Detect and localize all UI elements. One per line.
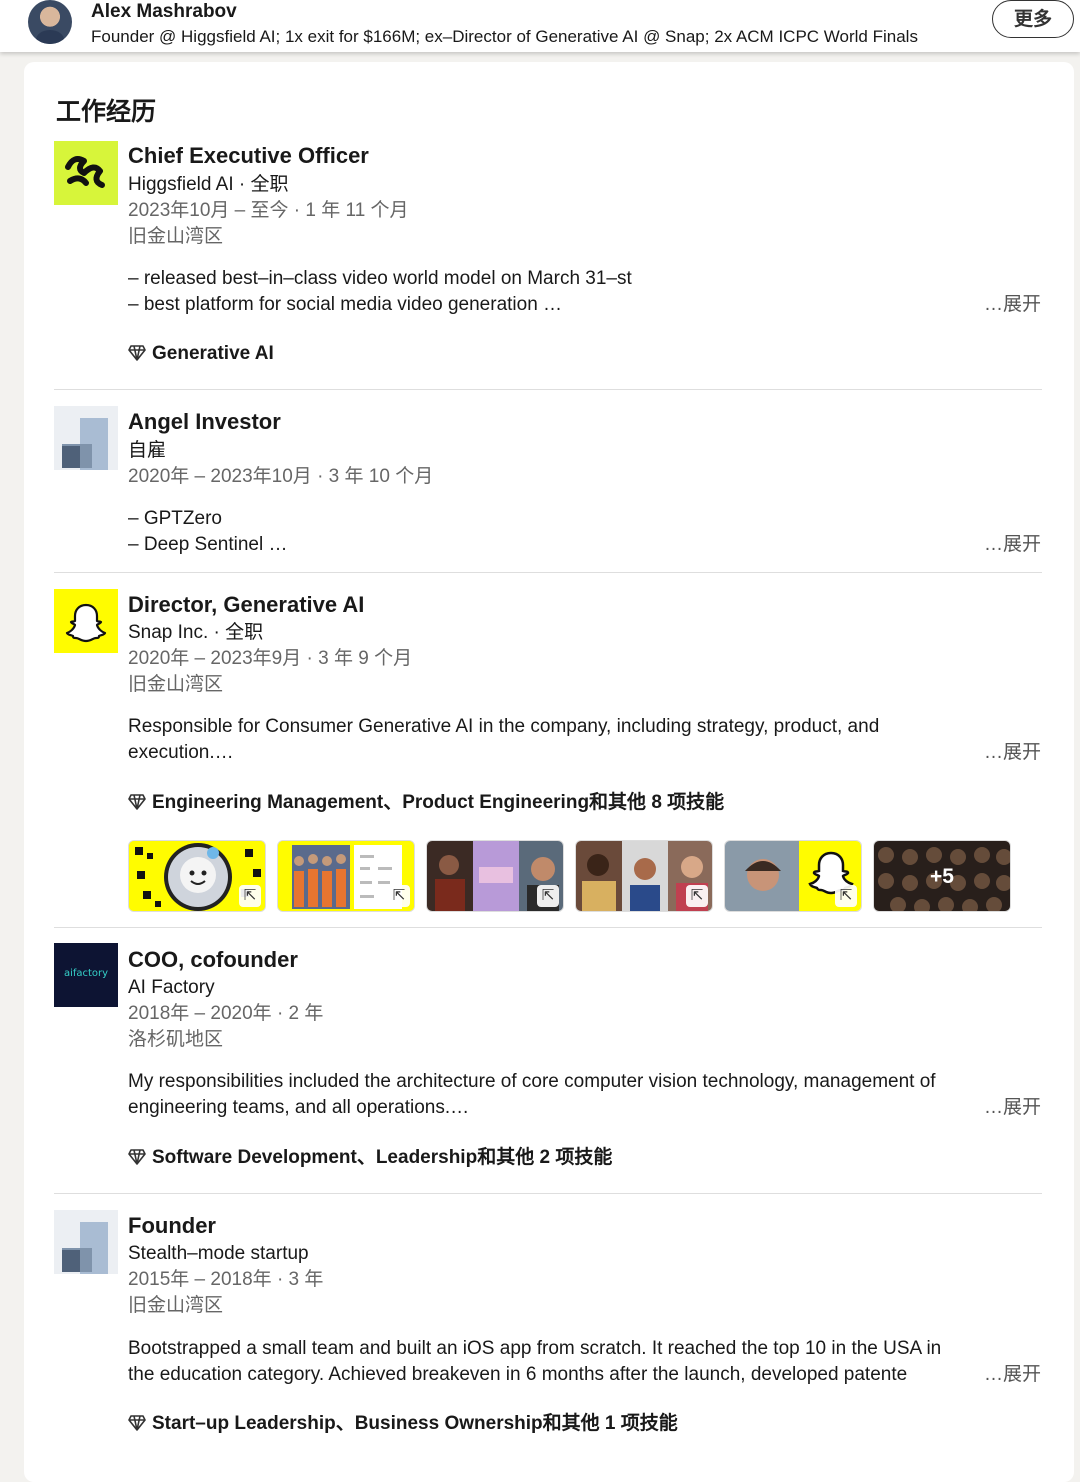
description-line: Bootstrapped a small team and built an i… <box>128 1338 942 1359</box>
placeholder-company-logo[interactable] <box>54 1210 118 1274</box>
external-link-icon: ⇱ <box>835 885 857 907</box>
aifactory-logo[interactable]: aifactory <box>54 943 118 1007</box>
job-title[interactable]: Angel Investor <box>128 408 281 436</box>
job-title[interactable]: Chief Executive Officer <box>128 142 369 170</box>
skills-row[interactable]: Engineering Management、Product Engineeri… <box>128 790 724 816</box>
profile-headline: Founder @ Higgsfield AI; 1x exit for $16… <box>91 27 918 46</box>
description-line: – GPTZero <box>128 508 222 529</box>
profile-name[interactable]: Alex Mashrabov <box>91 0 237 24</box>
skills-text: Software Development、Leadership和其他 2 项技能 <box>152 1147 613 1168</box>
company-line: Stealth–mode startup <box>128 1243 309 1264</box>
job-description: – GPTZero – Deep Sentinel … <box>128 506 1028 558</box>
description-line: – best platform for social media video g… <box>128 294 563 315</box>
date-range: 2018年 – 2020年 · 2 年 <box>128 1003 324 1024</box>
description-line: engineering teams, and all operations.… <box>128 1097 470 1118</box>
expand-link[interactable]: …展开 <box>984 532 1041 558</box>
higgsfield-logo[interactable] <box>54 141 118 205</box>
date-range: 2020年 – 2023年10月 · 3 年 10 个月 <box>128 466 434 487</box>
external-link-icon: ⇱ <box>388 885 410 907</box>
media-thumbnail[interactable]: ⇱ <box>724 840 862 912</box>
location: 旧金山湾区 <box>128 674 224 695</box>
skills-row[interactable]: Generative AI <box>128 341 274 367</box>
diamond-icon <box>128 345 146 361</box>
location: 旧金山湾区 <box>128 226 224 247</box>
divider <box>54 927 1042 928</box>
skills-row[interactable]: Software Development、Leadership和其他 2 项技能 <box>128 1145 612 1171</box>
date-range: 2023年10月 – 至今 · 1 年 11 个月 <box>128 200 409 221</box>
section-title: 工作经历 <box>56 98 157 126</box>
job-title[interactable]: COO, cofounder <box>128 946 298 974</box>
placeholder-company-logo[interactable] <box>54 406 118 470</box>
divider <box>54 1193 1042 1194</box>
divider <box>54 389 1042 390</box>
description-line: My responsibilities included the archite… <box>128 1071 936 1092</box>
job-description: My responsibilities included the archite… <box>128 1069 1028 1121</box>
company-line: Higgsfield AI · 全职 <box>128 174 289 195</box>
company-line: Snap Inc. · 全职 <box>128 622 264 643</box>
description-line: – Deep Sentinel … <box>128 534 288 555</box>
job-description: – released best–in–class video world mod… <box>128 266 1028 318</box>
media-thumbnail[interactable]: ⇱ <box>575 840 713 912</box>
date-range: 2020年 – 2023年9月 · 3 年 9 个月 <box>128 648 413 669</box>
external-link-icon: ⇱ <box>537 885 559 907</box>
more-button[interactable]: 更多 <box>992 0 1074 38</box>
location: 洛杉矶地区 <box>128 1029 224 1050</box>
description-line: – released best–in–class video world mod… <box>128 268 632 289</box>
profile-sticky-header: Alex Mashrabov Founder @ Higgsfield AI; … <box>0 0 1080 52</box>
divider <box>54 572 1042 573</box>
external-link-icon: ⇱ <box>686 885 708 907</box>
diamond-icon <box>128 794 146 810</box>
location: 旧金山湾区 <box>128 1295 224 1316</box>
skills-row[interactable]: Start–up Leadership、Business Ownership和其… <box>128 1411 678 1437</box>
more-media-count[interactable]: +5 <box>874 841 1010 911</box>
external-link-icon: ⇱ <box>239 885 261 907</box>
diamond-icon <box>128 1149 146 1165</box>
media-thumbnail[interactable]: +5 <box>873 840 1011 912</box>
description-line: execution.… <box>128 742 234 763</box>
skills-text: Start–up Leadership、Business Ownership和其… <box>152 1413 678 1434</box>
skills-text: Generative AI <box>152 343 274 364</box>
skills-text: Engineering Management、Product Engineeri… <box>152 792 725 813</box>
snapchat-ghost-logo[interactable] <box>54 589 118 653</box>
job-description: Responsible for Consumer Generative AI i… <box>128 714 1028 766</box>
profile-avatar[interactable] <box>28 0 72 44</box>
expand-link[interactable]: …展开 <box>984 740 1041 766</box>
expand-link[interactable]: …展开 <box>984 1095 1041 1121</box>
company-line: AI Factory <box>128 977 215 998</box>
company-line: 自雇 <box>128 440 167 461</box>
media-thumbnail[interactable]: ⇱ <box>128 840 266 912</box>
job-title[interactable]: Founder <box>128 1212 216 1240</box>
date-range: 2015年 – 2018年 · 3 年 <box>128 1269 324 1290</box>
description-line: the education category. Achieved breakev… <box>128 1364 908 1385</box>
job-description: Bootstrapped a small team and built an i… <box>128 1336 978 1388</box>
media-thumbnail[interactable]: ⇱ <box>277 840 415 912</box>
diamond-icon <box>128 1415 146 1431</box>
expand-link[interactable]: …展开 <box>984 292 1041 318</box>
expand-link[interactable]: …展开 <box>984 1362 1041 1388</box>
aifactory-logo-text: aifactory <box>63 968 109 979</box>
description-line: Responsible for Consumer Generative AI i… <box>128 716 880 737</box>
job-title[interactable]: Director, Generative AI <box>128 591 364 619</box>
media-thumbnail[interactable]: ⇱ <box>426 840 564 912</box>
